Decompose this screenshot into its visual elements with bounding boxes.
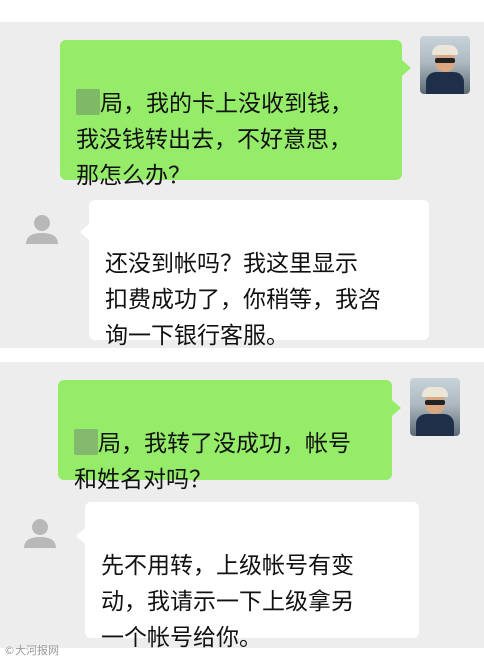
received-message-text: 还没到帐吗？我这里显示 扣费成功了，你稍等，我咨 询一下银行客服。 [105,251,381,349]
receiver-avatar-icon[interactable] [22,210,62,250]
bubble-tail [76,528,85,544]
received-message-bubble[interactable]: 先不用转，上级帐号有变 动，我请示一下上级拿另 一个帐号给你。 [85,502,419,651]
bubble-tail [80,224,89,240]
receiver-avatar-icon[interactable] [20,514,60,554]
chat-panel-2: 局，我转了没成功，帐号 和姓名对吗？ 先不用转，上级帐号有变 动，我请示一下上级… [0,362,484,651]
sent-message-bubble[interactable]: 局，我转了没成功，帐号 和姓名对吗？ [58,380,392,493]
redacted-name [74,429,98,455]
source-watermark: ©大河报网 [4,644,59,657]
received-message-bubble[interactable]: 还没到帐吗？我这里显示 扣费成功了，你稍等，我咨 询一下银行客服。 [89,200,429,349]
chat-panel-1: 局，我的卡上没收到钱， 我没钱转出去，不好意思， 那怎么办？ 还没到帐吗？我这里… [0,22,484,349]
bubble-tail [392,400,401,416]
sender-avatar[interactable] [410,378,460,436]
redacted-name [76,89,100,115]
sent-message-text: 局，我的卡上没收到钱， 我没钱转出去，不好意思， 那怎么办？ [76,91,353,189]
received-message-text: 先不用转，上级帐号有变 动，我请示一下上级拿另 一个帐号给你。 [101,553,354,651]
sender-avatar[interactable] [420,36,470,94]
sent-message-bubble[interactable]: 局，我的卡上没收到钱， 我没钱转出去，不好意思， 那怎么办？ [60,40,402,189]
sent-message-text: 局，我转了没成功，帐号 和姓名对吗？ [74,431,351,493]
bubble-tail [402,60,411,76]
